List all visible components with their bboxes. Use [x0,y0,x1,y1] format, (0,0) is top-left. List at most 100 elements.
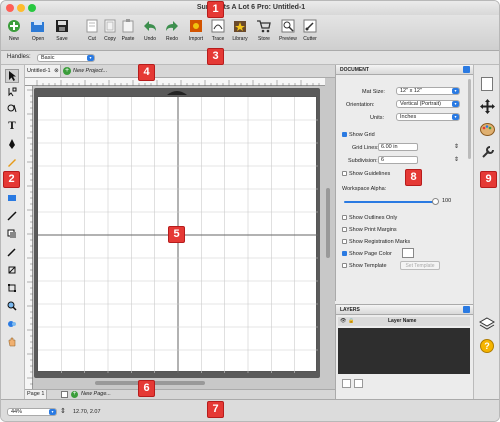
paste-icon [120,17,136,35]
new-button[interactable]: New [3,17,25,49]
close-icon[interactable]: ⊗ [54,68,59,74]
set-template-button[interactable]: Set Template [400,261,440,270]
zoom-window-button[interactable] [28,4,36,12]
pen-tool[interactable] [5,137,19,151]
open-icon [30,17,46,35]
chevron-down-icon: ▾ [87,55,94,61]
subdivision-field[interactable]: 6 [378,156,418,164]
help-icon[interactable]: ? [480,339,494,353]
callout-1: 1 [207,1,224,18]
new-page-tab[interactable]: New Page... [81,390,111,399]
main-toolbar: New Open Save Cut Copy Paste Undo Redo I… [1,15,499,51]
units-select[interactable]: Inches ▾ [396,113,460,121]
callout-6: 6 [138,380,155,397]
move-arrows-icon[interactable] [480,99,495,114]
grid-lines-field[interactable]: 6.00 in [378,143,418,151]
store-button[interactable]: Store [253,17,275,49]
checkbox-icon [342,215,347,221]
mat-size-select[interactable]: 12" x 12" ▾ [396,87,460,95]
callout-2: 2 [3,171,20,188]
knife-tool[interactable] [5,209,19,223]
workspace-alpha-slider[interactable] [344,198,439,205]
callout-9: 9 [480,171,497,188]
slider-thumb[interactable] [432,198,439,205]
crop-tool[interactable] [5,263,19,277]
show-registration-checkbox[interactable]: Show Registration Marks [342,239,410,245]
checkbox-checked-icon [342,251,347,257]
panel-menu-icon[interactable] [463,306,470,313]
show-print-margins-checkbox[interactable]: Show Print Margins [342,227,397,233]
new-icon [6,17,22,35]
hand-tool[interactable] [5,335,19,349]
save-button[interactable]: Save [51,17,73,49]
eyedropper-tool[interactable] [5,245,19,259]
layers-list[interactable] [338,328,470,374]
show-page-color-checkbox[interactable]: Show Page Color [342,251,392,257]
library-button[interactable]: Library [229,17,251,49]
undo-icon [142,17,158,35]
panel-menu-icon[interactable] [463,66,470,73]
select-tool[interactable] [5,69,19,83]
preview-icon [280,17,296,35]
add-page-icon[interactable]: + [71,391,78,398]
show-outlines-checkbox[interactable]: Show Outlines Only [342,215,397,221]
redo-icon [164,17,180,35]
rectangle-icon [8,195,16,201]
orientation-select[interactable]: Vertical (Portrait) ▾ [396,100,460,108]
callout-7: 7 [207,401,224,418]
trace-button[interactable]: Trace [207,17,229,49]
pencil-tool[interactable] [5,155,19,169]
units-label: Units: [370,115,385,121]
undo-button[interactable]: Undo [139,17,161,49]
text-tool[interactable]: T [5,119,19,133]
trash-icon[interactable] [354,379,363,388]
paste-button[interactable]: Paste [117,17,139,49]
grid-lines-stepper[interactable]: ⇕ [454,143,459,150]
cutter-button[interactable]: Cutter [299,17,321,49]
close-window-button[interactable] [6,4,14,12]
show-template-checkbox[interactable]: Show Template [342,263,387,269]
title-bar: Sure Cuts A Lot 6 Pro: Untitled-1 [1,1,499,15]
add-icon[interactable]: + [63,67,71,75]
vertical-scrollbar[interactable] [326,188,330,258]
callout-3: 3 [207,48,224,65]
tab-untitled-1[interactable]: Untitled-1 ⊗ [25,65,61,77]
zoom-stepper[interactable]: ⇕ [60,407,66,415]
handles-select[interactable]: Basic ▾ [37,54,95,62]
page-color-swatch[interactable] [402,248,414,258]
preview-button[interactable]: Preview [277,17,299,49]
weld-icon [8,321,16,327]
transform-tool[interactable] [5,281,19,295]
text-icon: T [8,120,16,132]
subdivision-stepper[interactable]: ⇕ [454,156,459,163]
import-button[interactable]: Import [185,17,207,49]
mat-size-label: Mat Size: [362,89,385,95]
page-icon[interactable] [61,391,68,398]
add-layer-icon[interactable] [342,379,351,388]
zoom-tool[interactable] [5,299,19,313]
document-icon[interactable] [481,77,493,91]
new-project-tab[interactable]: New Project... [73,65,107,77]
zoom-select[interactable]: 44% ▾ [7,408,57,416]
show-guidelines-checkbox[interactable]: Show Guidelines [342,171,390,177]
open-button[interactable]: Open [27,17,49,49]
tools-palette: T [1,65,25,399]
wrench-icon[interactable] [481,145,495,159]
layers-panel: LAYERS 👁 🔒 Layer Name [335,304,473,399]
document-tabs: Untitled-1 ⊗ + New Project... [25,65,335,78]
show-grid-checkbox[interactable]: Show Grid [342,132,375,138]
chevron-down-icon: ▾ [452,101,459,107]
minimize-window-button[interactable] [17,4,25,12]
palette-icon[interactable] [480,123,495,136]
panel-scrollbar[interactable] [468,79,471,159]
left-ruler [25,86,33,389]
tab-page-1[interactable]: Page 1 [25,390,48,399]
rectangle-tool[interactable] [5,191,19,205]
welding-tool[interactable] [5,317,19,331]
shadow-tool[interactable] [5,227,19,241]
layers-icon[interactable] [478,317,496,331]
contour-tool[interactable] [5,101,19,115]
node-edit-tool[interactable] [5,85,19,99]
handles-label: Handles: [7,54,31,60]
redo-button[interactable]: Redo [161,17,183,49]
